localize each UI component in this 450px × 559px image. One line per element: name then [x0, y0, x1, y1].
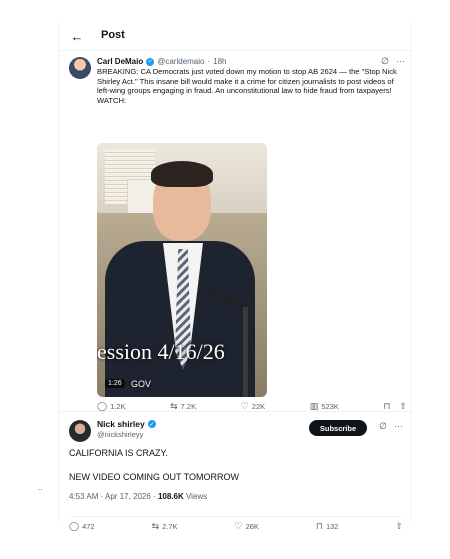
- bookmark-icon[interactable]: ⊓: [383, 401, 390, 412]
- repost-icon: ⇆: [170, 401, 178, 411]
- author-name[interactable]: Nick shirley: [97, 419, 145, 429]
- reply-button[interactable]: ◯ 472: [69, 521, 95, 532]
- reply-count: 1.2K: [110, 402, 126, 411]
- main-actions: ◯ 472 ⇆ 2.7K ♡ 26K ⊓ 132 ⇧: [69, 516, 403, 532]
- post-meta: 4:53 AM · Apr 17, 2026 · 108.6K Views: [69, 492, 207, 501]
- reply-button[interactable]: ◯ 1.2K: [97, 401, 126, 412]
- more-options-icon[interactable]: ···: [394, 421, 403, 432]
- grok-icon[interactable]: ∅: [379, 421, 387, 432]
- post-text-line-1: CALIFORNIA IS CRAZY.: [69, 448, 168, 458]
- post-text-line-2: NEW VIDEO COMING OUT TOMORROW: [69, 472, 240, 482]
- like-button[interactable]: ♡ 22K: [241, 401, 265, 412]
- main-top-icons: ∅ ···: [379, 421, 403, 432]
- video-overlay-text: ession 4/16/26: [97, 339, 225, 364]
- avatar[interactable]: [69, 57, 91, 79]
- avatar[interactable]: [69, 420, 91, 442]
- bookmark-count: 132: [325, 522, 339, 531]
- heart-icon: ♡: [234, 521, 243, 531]
- repost-button[interactable]: ⇆ 2.7K: [152, 521, 178, 532]
- verified-badge-icon: ✓: [147, 420, 156, 428]
- like-count: 22K: [251, 402, 266, 411]
- repost-count: 2.7K: [162, 522, 178, 531]
- quoted-post[interactable]: Carl DeMaio ✓ @carldemaio · 18h ∅ ··· BR…: [59, 50, 413, 412]
- main-author-row: Nick shirley ✓: [97, 419, 156, 429]
- bookmark-button[interactable]: ⊓ 132: [316, 521, 339, 532]
- views-label: Views: [183, 492, 208, 501]
- repost-button[interactable]: ⇆ 7.2K: [170, 401, 196, 412]
- author-handle[interactable]: @nickshirleyy: [97, 430, 143, 439]
- author-name[interactable]: Carl DeMaio: [97, 57, 143, 66]
- heart-icon: ♡: [240, 401, 249, 411]
- repost-count: 7.2K: [180, 402, 197, 411]
- like-button[interactable]: ♡ 26K: [235, 521, 259, 532]
- views-button[interactable]: ▥ 523K: [310, 401, 339, 412]
- views-count: 108.6K: [157, 492, 184, 501]
- video-gov-text: GOV: [131, 379, 152, 389]
- quoted-actions: ◯ 1.2K ⇆ 7.2K ♡ 22K ▥ 523K ⊓ ⇧: [97, 401, 407, 412]
- views-count: 523K: [321, 402, 339, 411]
- arrow-left-icon[interactable]: ←: [69, 28, 85, 44]
- bar-chart-icon: ▥: [309, 401, 319, 411]
- post-time[interactable]: 18h: [213, 57, 226, 66]
- share-icon[interactable]: ⇧: [399, 401, 407, 412]
- reply-count: 472: [82, 522, 95, 531]
- bookmark-share-group: ⊓ ⇧: [383, 401, 407, 412]
- quoted-post-text: BREAKING: CA Democrats just voted down m…: [97, 67, 397, 105]
- quoted-author-row: Carl DeMaio ✓ @carldemaio · 18h: [97, 57, 227, 66]
- post-timestamp[interactable]: 4:53 AM · Apr 17, 2026 ·: [69, 492, 158, 501]
- reply-icon: ◯: [69, 521, 80, 531]
- separator: ·: [207, 57, 211, 66]
- header: ← Post: [59, 22, 413, 50]
- subscribe-button[interactable]: Subscribe: [309, 420, 367, 436]
- like-count: 26K: [245, 522, 259, 531]
- video-player[interactable]: ession 4/16/26 GOV 1:26: [97, 143, 267, 397]
- video-duration: 1:26: [105, 379, 125, 388]
- video-person-hair: [151, 161, 213, 187]
- share-button[interactable]: ⇧: [395, 521, 403, 532]
- reply-icon: ◯: [97, 401, 108, 411]
- quoted-top-icons: ∅ ···: [381, 56, 405, 67]
- author-handle[interactable]: @carldemaio: [157, 57, 204, 66]
- verified-badge-icon: ✓: [146, 57, 155, 66]
- repost-icon: ⇆: [151, 521, 160, 531]
- page-title: Post: [101, 29, 125, 41]
- more-options-icon[interactable]: ···: [396, 56, 405, 67]
- post-page: ← Post Carl DeMaio ✓ @carldemaio · 18h ∅…: [58, 22, 413, 531]
- grok-icon[interactable]: ∅: [381, 56, 389, 67]
- share-icon: ⇧: [395, 521, 403, 531]
- left-dots: ..: [38, 483, 43, 492]
- bookmark-icon: ⊓: [315, 521, 323, 531]
